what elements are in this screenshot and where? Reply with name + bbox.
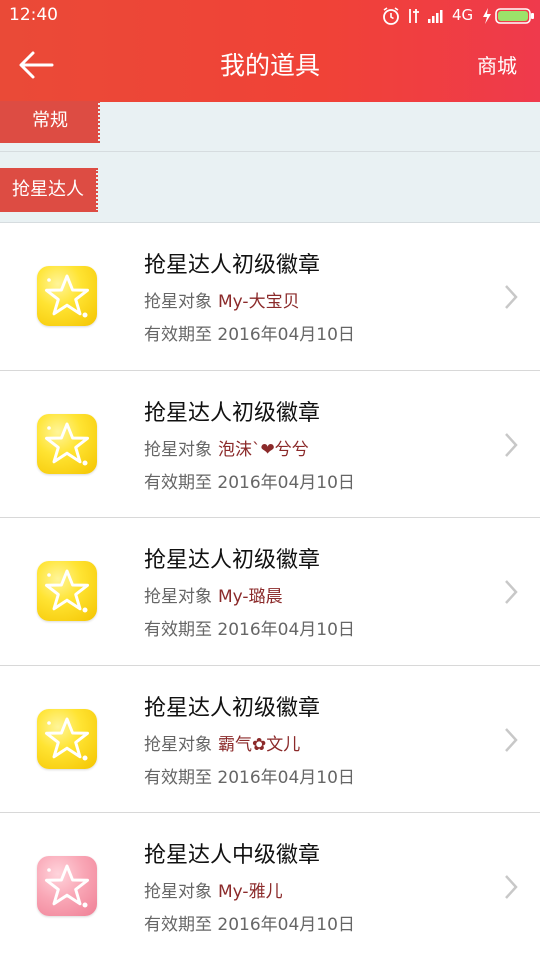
- section-star-master[interactable]: 抢星达人: [0, 152, 540, 223]
- target-name: My-大宝贝: [218, 292, 300, 312]
- target-name: My-璐晨: [218, 587, 283, 607]
- signal-icon: [428, 10, 443, 23]
- chevron-right-icon: [505, 580, 518, 604]
- item-target: 抢星对象 My-璐晨: [144, 584, 283, 610]
- section-tag-general[interactable]: 常规: [0, 101, 100, 143]
- gold-star-badge-icon: [37, 266, 97, 326]
- pink-star-badge-icon: [37, 856, 97, 916]
- item-target: 抢星对象 霸气✿文儿: [144, 732, 300, 758]
- target-name: My-雅儿: [218, 882, 283, 902]
- status-bar: 12:40 4G: [0, 0, 540, 30]
- item-expiry: 有效期至 2016年04月10日: [144, 620, 355, 640]
- target-label: 抢星对象: [144, 882, 212, 902]
- item-title: 抢星达人中级徽章: [144, 843, 321, 868]
- target-label: 抢星对象: [144, 734, 212, 755]
- app-header: 12:40 4G 我的道具 商城: [0, 0, 540, 102]
- list-item[interactable]: 抢星达人中级徽章 抢星对象 My-雅儿 有效期至 2016年04月10日: [0, 813, 540, 960]
- target-label: 抢星对象: [144, 439, 212, 460]
- item-expiry: 有效期至 2016年04月10日: [144, 325, 355, 345]
- chevron-right-icon: [505, 432, 518, 457]
- list-item[interactable]: 抢星达人初级徽章 抢星对象 霸气✿文儿 有效期至 2016年04月10日: [0, 665, 540, 813]
- list-item[interactable]: 抢星达人初级徽章 抢星对象 泡沫`❤兮兮 有效期至 2016年04月10日: [0, 370, 540, 518]
- alarm-icon: [383, 7, 399, 25]
- item-list: 抢星达人初级徽章 抢星对象 My-大宝贝 有效期至 2016年04月10日 抢星达…: [0, 223, 540, 960]
- battery-icon: [495, 8, 534, 24]
- network-type: 4G: [452, 6, 474, 24]
- gold-star-badge-icon: [37, 561, 97, 621]
- item-expiry: 有效期至 2016年04月10日: [144, 915, 355, 935]
- target-name: 泡沫`❤兮兮: [218, 439, 309, 460]
- gold-star-badge-icon: [37, 413, 97, 474]
- item-title: 抢星达人初级徽章: [144, 695, 321, 721]
- gold-star-badge-icon: [37, 708, 97, 769]
- section-general[interactable]: 常规: [0, 101, 540, 152]
- chevron-right-icon: [505, 875, 518, 899]
- vibrate-icon: [409, 9, 419, 23]
- chevron-right-icon: [505, 285, 518, 309]
- item-title: 抢星达人初级徽章: [144, 253, 321, 278]
- page-title: 我的道具: [219, 51, 320, 80]
- target-name: 霸气✿文儿: [218, 734, 301, 755]
- list-item[interactable]: 抢星达人初级徽章 抢星对象 My-璐晨 有效期至 2016年04月10日: [0, 518, 540, 666]
- charging-icon: [483, 8, 491, 24]
- item-target: 抢星对象 My-雅儿: [144, 879, 283, 905]
- item-title: 抢星达人初级徽章: [144, 400, 321, 426]
- target-label: 抢星对象: [144, 292, 212, 312]
- list-item[interactable]: 抢星达人初级徽章 抢星对象 My-大宝贝 有效期至 2016年04月10日: [0, 223, 540, 371]
- item-target: 抢星对象 泡沫`❤兮兮: [144, 437, 309, 463]
- target-label: 抢星对象: [144, 587, 212, 607]
- store-button[interactable]: 商城: [477, 49, 517, 83]
- section-tag-star-master[interactable]: 抢星达人: [0, 168, 98, 212]
- chevron-right-icon: [505, 727, 518, 752]
- status-time: 12:40: [9, 5, 58, 25]
- item-title: 抢星达人初级徽章: [144, 548, 321, 573]
- item-target: 抢星对象 My-大宝贝: [144, 289, 300, 315]
- item-expiry: 有效期至 2016年04月10日: [144, 472, 355, 493]
- item-expiry: 有效期至 2016年04月10日: [144, 767, 355, 788]
